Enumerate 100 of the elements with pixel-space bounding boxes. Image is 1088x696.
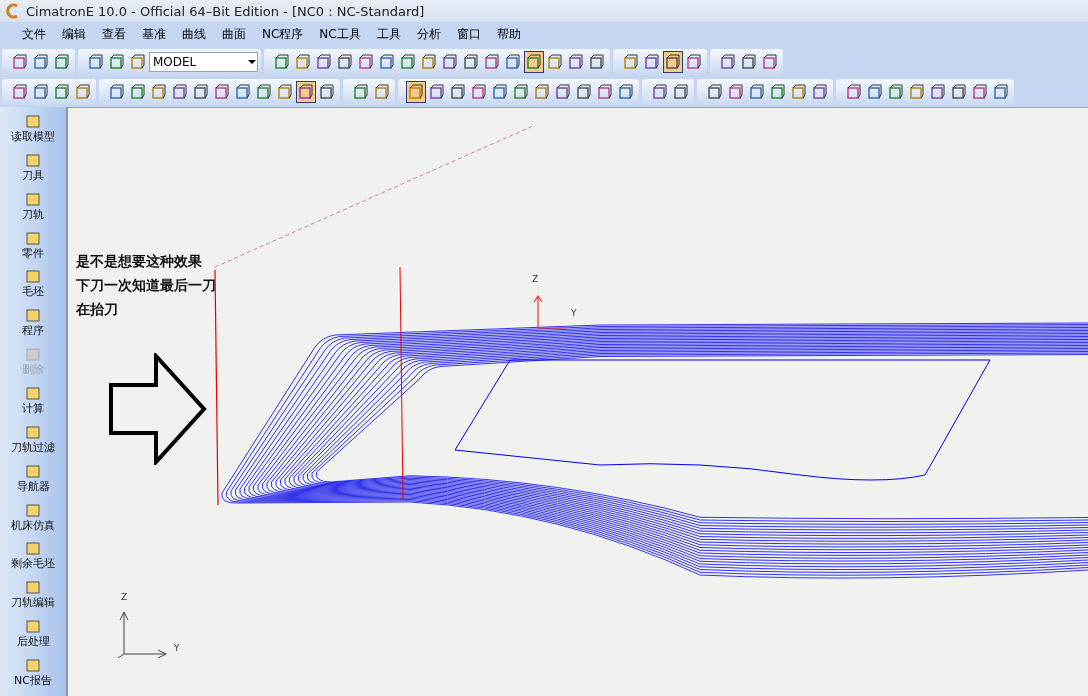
toolbar-icon [568, 54, 584, 70]
toolbar-button[interactable] [524, 51, 544, 73]
toolbar-icon [442, 54, 458, 70]
toolbar-icon [673, 84, 689, 100]
toolbar-icon [505, 54, 521, 70]
tool-icon [25, 462, 41, 479]
toolbar-icon [316, 54, 332, 70]
toolbar-icon [547, 54, 563, 70]
toolbar-icon [429, 84, 445, 100]
toolbar-icon [993, 84, 1009, 100]
toolbar-icon [109, 84, 125, 100]
toolbar-icon [379, 54, 395, 70]
toolbar-icon [741, 54, 757, 70]
axis-label: Z [121, 592, 128, 602]
sidebar-item[interactable]: 剩余毛坯 [11, 540, 55, 580]
window-title: CimatronE 10.0 - Official 64–Bit Edition - [NC0 : NC-Standard] [26, 3, 425, 19]
sidebar-item[interactable]: 读取模型 [11, 113, 55, 152]
toolbar-icon [770, 84, 786, 100]
toolbar-icon [463, 54, 479, 70]
toolbar-icon [707, 84, 723, 100]
sidebar-item[interactable]: 导航器 [16, 462, 50, 502]
toolbar-icon [762, 54, 778, 70]
axis-label: Y [174, 643, 180, 653]
menu-item[interactable]: 文件 [14, 24, 54, 45]
sidebar-item[interactable]: 刀具 [22, 151, 44, 191]
toolbar-icon [589, 54, 605, 70]
toolbar-icon [172, 84, 188, 100]
toolbar-icon [555, 84, 571, 100]
sidebar-item[interactable]: 零件 [22, 229, 44, 269]
axis-label: Y [571, 308, 577, 318]
menu-item[interactable]: 基准 [134, 24, 174, 45]
toolbar-icon [526, 54, 542, 70]
toolbar-icon [513, 84, 529, 100]
tool-icon [25, 540, 41, 557]
toolbar-icon [358, 54, 374, 70]
toolbar-button[interactable] [296, 81, 316, 103]
tool-icon [25, 113, 41, 129]
toolbar-icon [450, 84, 466, 100]
toolbar-icon [353, 84, 369, 100]
toolbar-button[interactable] [406, 81, 426, 103]
app-logo-icon [4, 3, 20, 19]
toolbar-icon [686, 54, 702, 70]
tool-icon [25, 385, 41, 401]
sidebar-item[interactable]: 毛坯 [22, 268, 44, 308]
toolbar-icon [274, 54, 290, 70]
tool-icon [25, 268, 41, 285]
menu-item[interactable]: 分析 [408, 24, 449, 45]
menu-item[interactable]: 窗口 [448, 24, 489, 45]
menu-item[interactable]: 工具 [368, 24, 409, 45]
toolbar-icon [867, 84, 883, 100]
tool-icon [25, 657, 41, 674]
toolbar-icon [791, 84, 807, 100]
toolbar-icon [728, 84, 744, 100]
sidebar-item[interactable]: 计算 [22, 385, 44, 424]
menu-item[interactable]: NC程序 [254, 24, 312, 45]
toolbar-icon [295, 54, 311, 70]
toolbar-button[interactable] [663, 51, 683, 73]
sidebar-item[interactable]: 机床仿真 [11, 501, 55, 541]
sidebar-item[interactable]: 刀轨 [22, 190, 44, 230]
toolbar-icon [12, 84, 28, 100]
toolbar-icon [400, 54, 416, 70]
tool-icon [25, 346, 41, 363]
menu-item[interactable]: 查看 [94, 24, 134, 45]
menu-item[interactable]: 曲线 [174, 24, 214, 45]
sidebar-item[interactable]: 刀轨过滤 [11, 423, 55, 463]
menu-item[interactable]: 曲面 [214, 24, 254, 45]
tool-icon [25, 190, 41, 207]
toolbar-icon [471, 84, 487, 100]
toolbar-icon [33, 54, 49, 70]
toolbar-icon [534, 84, 550, 100]
annotation-text: 是不是想要这种效果 [76, 253, 203, 271]
tool-icon [25, 423, 41, 440]
tool-icon [25, 229, 41, 246]
toolbar-icon [54, 84, 70, 100]
toolbar-icon [256, 84, 272, 100]
sidebar-item[interactable]: 后处理 [16, 618, 50, 658]
toolbar-icon [54, 54, 70, 70]
toolbar-icon [597, 84, 613, 100]
menu-item[interactable]: 帮助 [488, 24, 529, 45]
menu-item[interactable]: NC工具 [311, 24, 369, 45]
tool-icon [25, 151, 41, 168]
sidebar-item[interactable]: 程序 [22, 307, 44, 347]
toolbar-icon [151, 84, 167, 100]
toolbar-icon [665, 54, 681, 70]
sidebar-item[interactable]: NC报告 [14, 657, 52, 696]
annotation-text: 下刀一次知道最后一刀 [76, 277, 216, 295]
menu-item[interactable]: 编辑 [54, 24, 94, 45]
annotation-text: 在抬刀 [76, 301, 119, 319]
model-dropdown[interactable]: MODEL [149, 52, 258, 72]
sidebar-item[interactable]: 刀轨编辑 [11, 579, 55, 619]
toolbar-icon [644, 54, 660, 70]
toolbar-icon [951, 84, 967, 100]
toolbar-icon [88, 54, 104, 70]
toolbar-icon [652, 84, 668, 100]
toolbar-icon [618, 84, 634, 100]
toolbar-icon [130, 54, 146, 70]
toolbar-icon [421, 54, 437, 70]
toolbar-icon [623, 54, 639, 70]
toolbar-icon [576, 84, 592, 100]
toolbar-icon [277, 84, 293, 100]
